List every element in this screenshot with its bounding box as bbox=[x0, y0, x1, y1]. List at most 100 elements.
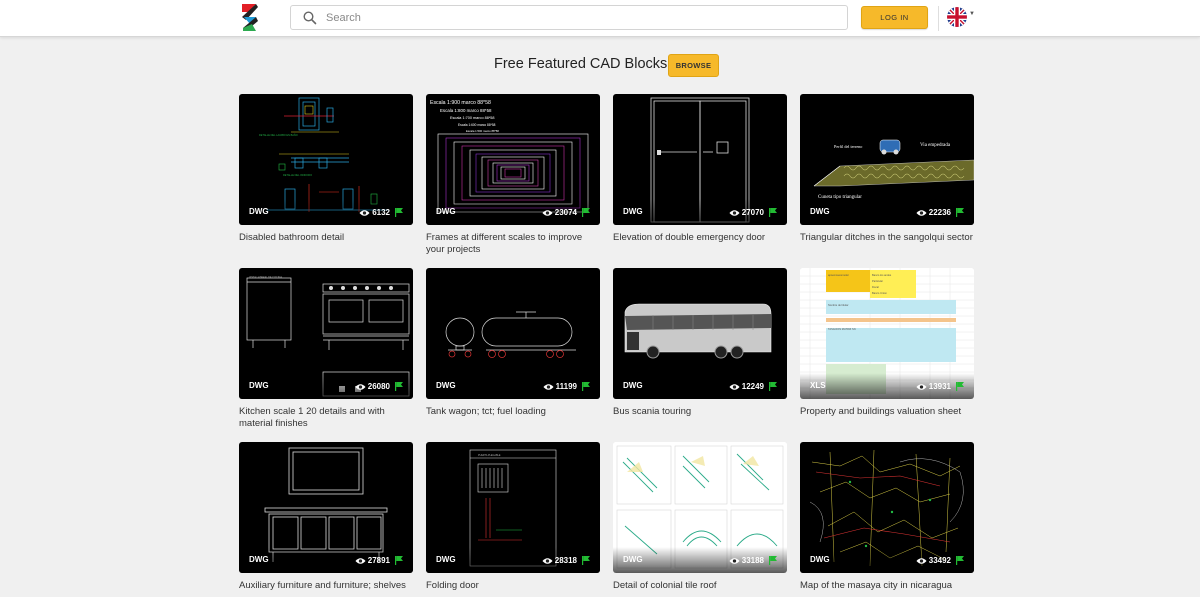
card-meta: 27891 bbox=[355, 556, 403, 565]
flag-icon[interactable] bbox=[769, 382, 777, 391]
eye-icon bbox=[359, 209, 370, 216]
cad-card[interactable]: DWG 33188 Detail of colonial tile roof bbox=[613, 442, 787, 592]
login-button[interactable]: LOG IN bbox=[861, 6, 928, 29]
svg-text:DETALLE DEL INODORO: DETALLE DEL INODORO bbox=[283, 174, 312, 177]
flag-icon[interactable] bbox=[395, 208, 403, 217]
svg-text:Fiscal: Fiscal bbox=[872, 285, 879, 289]
card-title[interactable]: Tank wagon; tct; fuel loading bbox=[426, 406, 600, 418]
frame-label: Escala 1:500 marco 88*58 bbox=[466, 129, 499, 133]
svg-text:VISTA LATERAL DE COCINA: VISTA LATERAL DE COCINA bbox=[249, 276, 282, 279]
flag-icon[interactable] bbox=[582, 208, 590, 217]
card-title[interactable]: Elevation of double emergency door bbox=[613, 232, 787, 244]
card-title[interactable]: Disabled bathroom detail bbox=[239, 232, 413, 244]
svg-text:PUERTA PLEGABLE: PUERTA PLEGABLE bbox=[478, 454, 501, 457]
featured-header: Free Featured CAD Blocks BROWSE bbox=[0, 53, 1200, 77]
card-title[interactable]: Folding door bbox=[426, 580, 600, 592]
view-count: 6132 bbox=[372, 208, 390, 217]
cad-card[interactable]: Perfil del terreno Via empedrada Cuneta … bbox=[800, 94, 974, 244]
card-thumbnail[interactable]: DWG 12249 bbox=[613, 268, 787, 399]
card-meta: 27070 bbox=[729, 208, 777, 217]
card-thumbnail[interactable]: apoemoseomuder Banco los andes Particular… bbox=[800, 268, 974, 399]
format-badge: DWG bbox=[623, 381, 643, 390]
flag-icon[interactable] bbox=[395, 382, 403, 391]
flag-icon[interactable] bbox=[769, 556, 777, 565]
flag-icon[interactable] bbox=[956, 208, 964, 217]
format-badge: DWG bbox=[436, 207, 456, 216]
uk-flag-icon bbox=[947, 7, 967, 27]
language-selector[interactable]: ▼ bbox=[947, 7, 975, 27]
eye-icon bbox=[916, 383, 927, 390]
card-title[interactable]: Auxiliary furniture and furniture; shelv… bbox=[239, 580, 413, 592]
eye-icon bbox=[916, 557, 927, 564]
svg-text:DETALLE DEL LAVABO EN BAÑO: DETALLE DEL LAVABO EN BAÑO bbox=[259, 134, 298, 137]
browse-button[interactable]: BROWSE bbox=[668, 54, 719, 77]
search-input[interactable] bbox=[326, 11, 826, 24]
card-meta: 12249 bbox=[729, 382, 777, 391]
flag-icon[interactable] bbox=[956, 556, 964, 565]
search-icon bbox=[303, 10, 317, 24]
site-logo[interactable] bbox=[240, 4, 260, 31]
card-meta: 22236 bbox=[916, 208, 964, 217]
cad-card[interactable]: apoemoseomuder Banco los andes Particular… bbox=[800, 268, 974, 418]
svg-text:apoemoseomuder: apoemoseomuder bbox=[828, 273, 849, 277]
cad-card[interactable]: DWG 27891 Auxiliary furniture and furnit… bbox=[239, 442, 413, 592]
eye-icon bbox=[542, 557, 553, 564]
flag-icon[interactable] bbox=[956, 382, 964, 391]
svg-text:TASACION MATRIZ SN: TASACION MATRIZ SN bbox=[828, 327, 856, 331]
view-count: 27070 bbox=[741, 208, 764, 217]
view-count: 12249 bbox=[741, 382, 764, 391]
top-navbar: LOG IN ▼ bbox=[0, 0, 1200, 37]
card-thumbnail[interactable]: DWG 11199 bbox=[426, 268, 600, 399]
eye-icon bbox=[729, 209, 740, 216]
card-thumbnail[interactable]: DWG 33188 bbox=[613, 442, 787, 573]
cad-card[interactable]: VISTA LATERAL DE COCINA DWG 26080 Kitche… bbox=[239, 268, 413, 430]
card-title[interactable]: Triangular ditches in the sangolqui sect… bbox=[800, 232, 974, 244]
card-title[interactable]: Kitchen scale 1 20 details and with mate… bbox=[239, 406, 413, 430]
card-meta: 11199 bbox=[543, 382, 590, 391]
card-title[interactable]: Map of the masaya city in nicaragua bbox=[800, 580, 974, 592]
card-meta: 23074 bbox=[542, 208, 590, 217]
card-title[interactable]: Frames at different scales to improve yo… bbox=[426, 232, 600, 256]
card-thumbnail[interactable]: Perfil del terreno Via empedrada Cuneta … bbox=[800, 94, 974, 225]
card-meta: 13931 bbox=[916, 382, 964, 391]
card-thumbnail[interactable]: DWG 27070 bbox=[613, 94, 787, 225]
format-badge: DWG bbox=[810, 555, 830, 564]
card-thumbnail[interactable]: VISTA LATERAL DE COCINA DWG 26080 bbox=[239, 268, 413, 399]
cad-card[interactable]: Escala 1:900 marco 88*58 Escala 1:800 ma… bbox=[426, 94, 600, 256]
cad-card[interactable]: DETALLE DEL LAVABO EN BAÑO DETALLE DEL I… bbox=[239, 94, 413, 244]
flag-icon[interactable] bbox=[395, 556, 403, 565]
search-bar[interactable] bbox=[290, 5, 848, 30]
card-thumbnail[interactable]: DETALLE DEL LAVABO EN BAÑO DETALLE DEL I… bbox=[239, 94, 413, 225]
card-title[interactable]: Detail of colonial tile roof bbox=[613, 580, 787, 592]
flag-icon[interactable] bbox=[582, 556, 590, 565]
eye-icon bbox=[729, 557, 740, 564]
card-thumbnail[interactable]: DWG 33492 bbox=[800, 442, 974, 573]
format-badge: DWG bbox=[810, 207, 830, 216]
eye-icon bbox=[543, 383, 554, 390]
card-thumbnail[interactable]: DWG 27891 bbox=[239, 442, 413, 573]
card-title[interactable]: Property and buildings valuation sheet bbox=[800, 406, 974, 418]
format-badge: DWG bbox=[249, 381, 269, 390]
view-count: 28318 bbox=[554, 556, 577, 565]
format-badge: DWG bbox=[436, 555, 456, 564]
card-meta: 26080 bbox=[355, 382, 403, 391]
card-thumbnail[interactable]: PUERTA PLEGABLE DWG 28318 bbox=[426, 442, 600, 573]
cad-card[interactable]: PUERTA PLEGABLE DWG 28318 Folding door bbox=[426, 442, 600, 592]
frame-label: Escala 1:600 marco 88*58 bbox=[458, 123, 496, 127]
cad-card[interactable]: DWG 12249 Bus scania touring bbox=[613, 268, 787, 418]
card-title[interactable]: Bus scania touring bbox=[613, 406, 787, 418]
cad-card[interactable]: DWG 33492 Map of the masaya city in nica… bbox=[800, 442, 974, 592]
flag-icon[interactable] bbox=[769, 208, 777, 217]
drawing-label: Via empedrada bbox=[920, 143, 951, 148]
svg-text:Particular: Particular bbox=[872, 279, 883, 283]
card-thumbnail[interactable]: Escala 1:900 marco 88*58 Escala 1:800 ma… bbox=[426, 94, 600, 225]
cad-card[interactable]: DWG 27070 Elevation of double emergency … bbox=[613, 94, 787, 244]
flag-icon[interactable] bbox=[582, 382, 590, 391]
divider bbox=[938, 6, 939, 31]
frame-label: Escala 1:800 marco 88*58 bbox=[440, 108, 492, 113]
frame-label: Escala 1:700 marco 88*58 bbox=[450, 116, 495, 120]
card-meta: 33492 bbox=[916, 556, 964, 565]
svg-text:Banco los andes: Banco los andes bbox=[872, 273, 892, 277]
cad-card[interactable]: DWG 11199 Tank wagon; tct; fuel loading bbox=[426, 268, 600, 418]
format-badge: DWG bbox=[436, 381, 456, 390]
